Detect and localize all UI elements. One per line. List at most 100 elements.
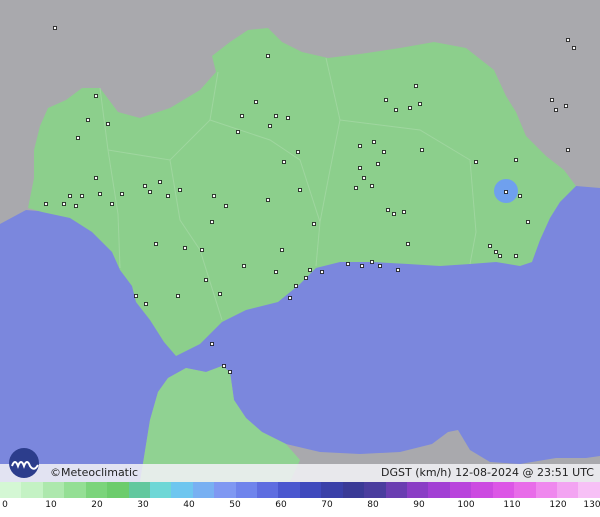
station-marker bbox=[504, 190, 508, 194]
station-marker bbox=[240, 114, 244, 118]
station-marker bbox=[204, 278, 208, 282]
station-marker bbox=[566, 148, 570, 152]
station-marker bbox=[236, 130, 240, 134]
station-marker bbox=[94, 176, 98, 180]
station-marker bbox=[288, 296, 292, 300]
station-marker bbox=[254, 100, 258, 104]
station-marker bbox=[294, 284, 298, 288]
scale-swatch bbox=[257, 482, 279, 498]
scale-tick-label: 20 bbox=[91, 500, 103, 510]
station-marker bbox=[268, 124, 272, 128]
station-marker bbox=[418, 102, 422, 106]
station-marker bbox=[494, 250, 498, 254]
station-marker bbox=[394, 108, 398, 112]
station-marker bbox=[110, 202, 114, 206]
station-marker bbox=[53, 26, 57, 30]
station-marker bbox=[566, 38, 570, 42]
color-scale-labels: 0 10 20 30 40 50 60 70 80 90 100 110 120… bbox=[0, 498, 600, 517]
station-marker bbox=[183, 246, 187, 250]
station-marker bbox=[414, 84, 418, 88]
station-marker bbox=[176, 294, 180, 298]
station-marker bbox=[370, 260, 374, 264]
station-marker bbox=[514, 254, 518, 258]
station-marker bbox=[74, 204, 78, 208]
meteoclimatic-logo bbox=[9, 448, 39, 478]
scale-tick-label: 60 bbox=[275, 500, 287, 510]
station-marker bbox=[370, 184, 374, 188]
scale-swatch bbox=[556, 482, 579, 498]
station-marker bbox=[376, 162, 380, 166]
station-marker bbox=[572, 46, 576, 50]
station-marker bbox=[120, 192, 124, 196]
scale-swatch bbox=[342, 482, 365, 498]
station-marker bbox=[346, 262, 350, 266]
station-marker bbox=[166, 194, 170, 198]
station-marker bbox=[386, 208, 390, 212]
station-marker bbox=[396, 268, 400, 272]
station-marker bbox=[296, 150, 300, 154]
station-marker bbox=[564, 104, 568, 108]
scale-swatch bbox=[321, 482, 343, 498]
scale-swatch bbox=[364, 482, 386, 498]
scale-tick-label: 130 bbox=[583, 500, 600, 510]
station-marker bbox=[154, 242, 158, 246]
scale-swatch bbox=[514, 482, 536, 498]
scale-swatch bbox=[235, 482, 258, 498]
scale-tick-label: 70 bbox=[321, 500, 333, 510]
station-marker bbox=[266, 198, 270, 202]
station-marker bbox=[68, 194, 72, 198]
station-marker bbox=[148, 190, 152, 194]
station-marker bbox=[98, 192, 102, 196]
station-marker bbox=[514, 158, 518, 162]
station-marker bbox=[550, 98, 554, 102]
color-scale-bar bbox=[0, 482, 600, 498]
station-marker bbox=[228, 370, 232, 374]
station-marker bbox=[266, 54, 270, 58]
scale-swatch bbox=[64, 482, 86, 498]
station-marker bbox=[518, 194, 522, 198]
station-marker bbox=[320, 270, 324, 274]
scale-swatch bbox=[85, 482, 108, 498]
wind-gust-map bbox=[0, 0, 600, 482]
scale-swatch bbox=[471, 482, 493, 498]
station-marker bbox=[382, 150, 386, 154]
station-marker bbox=[526, 220, 530, 224]
brand-label: ©Meteoclimatic bbox=[50, 466, 139, 479]
station-marker bbox=[224, 204, 228, 208]
station-marker bbox=[298, 188, 302, 192]
scale-swatch bbox=[107, 482, 129, 498]
station-marker bbox=[372, 140, 376, 144]
scale-swatch bbox=[128, 482, 150, 498]
scale-swatch bbox=[578, 482, 600, 498]
station-marker bbox=[242, 264, 246, 268]
scale-swatch bbox=[449, 482, 472, 498]
scale-tick-label: 40 bbox=[183, 500, 195, 510]
station-marker bbox=[44, 202, 48, 206]
scale-swatch bbox=[535, 482, 557, 498]
scale-swatch bbox=[492, 482, 515, 498]
station-marker bbox=[94, 94, 98, 98]
station-marker bbox=[312, 222, 316, 226]
station-marker bbox=[402, 210, 406, 214]
scale-tick-label: 120 bbox=[549, 500, 567, 510]
station-marker bbox=[212, 194, 216, 198]
scale-tick-label: 100 bbox=[457, 500, 475, 510]
scale-swatch bbox=[214, 482, 236, 498]
scale-swatch bbox=[21, 482, 43, 498]
scale-swatch bbox=[171, 482, 193, 498]
scale-swatch bbox=[0, 482, 22, 498]
station-marker bbox=[143, 184, 147, 188]
station-marker bbox=[378, 264, 382, 268]
station-marker bbox=[406, 242, 410, 246]
station-marker bbox=[488, 244, 492, 248]
station-marker bbox=[210, 220, 214, 224]
station-marker bbox=[282, 160, 286, 164]
station-marker bbox=[358, 166, 362, 170]
station-marker bbox=[498, 254, 502, 258]
station-marker bbox=[354, 186, 358, 190]
scale-swatch bbox=[192, 482, 215, 498]
scale-swatch bbox=[407, 482, 429, 498]
station-marker bbox=[80, 194, 84, 198]
scale-swatch bbox=[428, 482, 450, 498]
station-marker bbox=[554, 108, 558, 112]
